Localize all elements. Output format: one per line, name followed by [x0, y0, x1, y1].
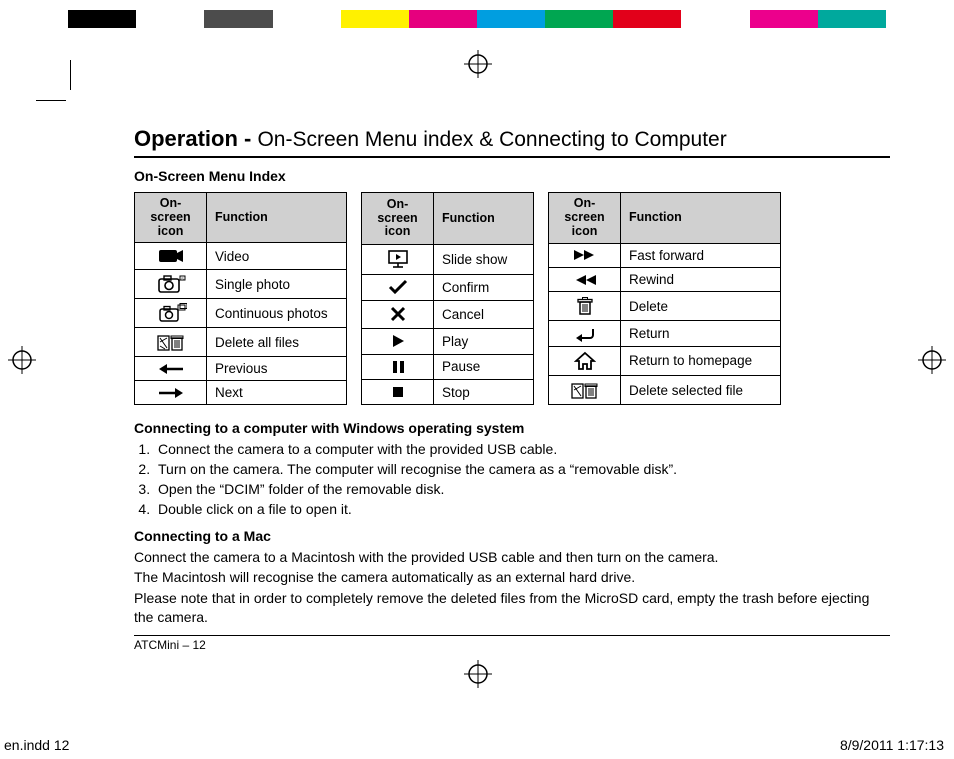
cell-label: Return to homepage: [621, 346, 781, 375]
list-item: Turn on the camera. The computer will re…: [154, 460, 890, 479]
cell-label: Video: [207, 243, 347, 270]
mac-heading: Connecting to a Mac: [134, 528, 271, 544]
table-row: Confirm: [362, 274, 534, 300]
cell-label: Single photo: [207, 270, 347, 299]
windows-steps: Connect the camera to a computer with th…: [154, 440, 890, 519]
cont-photos-icon: [135, 299, 207, 328]
cell-label: Delete selected file: [621, 375, 781, 404]
cell-label: Pause: [434, 354, 534, 380]
table-row: Previous: [135, 357, 347, 381]
confirm-icon: [362, 274, 434, 300]
list-item: Open the “DCIM” folder of the removable …: [154, 480, 890, 499]
table-row: Pause: [362, 354, 534, 380]
body-line: Please note that in order to completely …: [134, 589, 890, 627]
icon-table-3: On-screen icon Function Fast forward Rew…: [548, 192, 781, 405]
th-icon: On-screen icon: [135, 193, 207, 243]
pause-icon: [362, 354, 434, 380]
cell-label: Cancel: [434, 300, 534, 328]
table-row: Play: [362, 328, 534, 354]
table-row: Video: [135, 243, 347, 270]
cell-label: Fast forward: [621, 243, 781, 267]
table-row: Stop: [362, 380, 534, 405]
page-content: Operation - On-Screen Menu index & Conne…: [134, 126, 890, 652]
cell-label: Stop: [434, 380, 534, 405]
body-line: Connect the camera to a Macintosh with t…: [134, 548, 890, 567]
return-icon: [549, 321, 621, 346]
page-footer-line: ATCMini – 12: [134, 635, 890, 652]
th-icon: On-screen icon: [362, 193, 434, 245]
home-icon: [549, 346, 621, 375]
stop-icon: [362, 380, 434, 405]
video-icon: [135, 243, 207, 270]
th-icon: On-screen icon: [549, 193, 621, 244]
slideshow-icon: [362, 244, 434, 274]
cell-label: Delete: [621, 292, 781, 321]
th-function: Function: [621, 193, 781, 244]
table-row: Delete all files: [135, 328, 347, 357]
registration-mark-icon: [464, 660, 492, 688]
cell-label: Continuous photos: [207, 299, 347, 328]
registration-mark-icon: [8, 346, 36, 374]
cancel-icon: [362, 300, 434, 328]
icon-table-2: On-screen icon Function Slide show Confi…: [361, 192, 534, 405]
fast-forward-icon: [549, 243, 621, 267]
play-icon: [362, 328, 434, 354]
table-row: Cancel: [362, 300, 534, 328]
table-row: Slide show: [362, 244, 534, 274]
page-title: Operation - On-Screen Menu index & Conne…: [134, 126, 890, 158]
print-footer-right: 8/9/2011 1:17:13: [840, 737, 944, 753]
crop-mark: [36, 100, 66, 101]
single-photo-icon: S: [135, 270, 207, 299]
rewind-icon: [549, 267, 621, 291]
table-row: Rewind: [549, 267, 781, 291]
delete-icon: [549, 292, 621, 321]
list-item: Double click on a file to open it.: [154, 500, 890, 519]
table-row: Continuous photos: [135, 299, 347, 328]
cell-label: Delete all files: [207, 328, 347, 357]
registration-mark-icon: [464, 50, 492, 78]
table-row: Return: [549, 321, 781, 346]
windows-heading: Connecting to a computer with Windows op…: [134, 420, 524, 436]
crop-mark: [70, 60, 71, 90]
print-footer-left: en.indd 12: [4, 737, 69, 753]
title-rest: On-Screen Menu index & Connecting to Com…: [257, 128, 726, 151]
registration-mark-icon: [918, 346, 946, 374]
table-row: Delete: [549, 292, 781, 321]
cell-label: Confirm: [434, 274, 534, 300]
delete-all-icon: [135, 328, 207, 357]
svg-text:S: S: [181, 276, 184, 281]
icon-table-1: On-screen icon Function Video S Single p…: [134, 192, 347, 405]
th-function: Function: [434, 193, 534, 245]
print-footer: en.indd 12 8/9/2011 1:17:13: [4, 737, 944, 753]
table-row: Next: [135, 381, 347, 405]
menu-index-heading: On-Screen Menu Index: [134, 168, 890, 184]
icon-tables: On-screen icon Function Video S Single p…: [134, 192, 890, 405]
cell-label: Slide show: [434, 244, 534, 274]
cell-label: Rewind: [621, 267, 781, 291]
body-line: The Macintosh will recognise the camera …: [134, 568, 890, 587]
press-color-bar: [0, 10, 954, 28]
table-row: Delete selected file: [549, 375, 781, 404]
th-function: Function: [207, 193, 347, 243]
table-row: S Single photo: [135, 270, 347, 299]
title-bold: Operation -: [134, 126, 257, 151]
previous-icon: [135, 357, 207, 381]
cell-label: Return: [621, 321, 781, 346]
cell-label: Play: [434, 328, 534, 354]
next-icon: [135, 381, 207, 405]
cell-label: Previous: [207, 357, 347, 381]
delete-selected-icon: [549, 375, 621, 404]
list-item: Connect the camera to a computer with th…: [154, 440, 890, 459]
table-row: Return to homepage: [549, 346, 781, 375]
cell-label: Next: [207, 381, 347, 405]
table-row: Fast forward: [549, 243, 781, 267]
body-text: Connecting to a computer with Windows op…: [134, 419, 890, 627]
